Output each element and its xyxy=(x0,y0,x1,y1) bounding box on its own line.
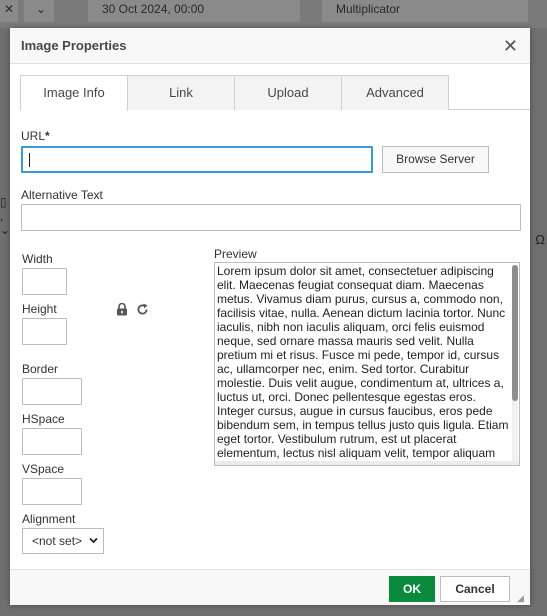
alt-text-label: Alternative Text xyxy=(21,188,103,202)
browse-server-button[interactable]: Browse Server xyxy=(382,146,489,173)
background-omega-icon: Ω xyxy=(535,232,545,247)
background-close-icon: ✕ xyxy=(0,0,18,22)
preview-pane[interactable]: Lorem ipsum dolor sit amet, consectetuer… xyxy=(214,262,520,466)
text-caret xyxy=(29,153,30,167)
scrollbar-thumb[interactable] xyxy=(512,265,518,401)
ok-button[interactable]: OK xyxy=(389,576,435,602)
background-chevron-down-icon: ⌄ xyxy=(24,0,54,22)
background-toolbar: ✕ ⌄ 30 Oct 2024, 00:00 Multiplicator xyxy=(0,0,547,28)
alignment-selected-value: <not set> xyxy=(32,534,83,548)
hspace-input[interactable] xyxy=(22,428,82,455)
chevron-down-icon xyxy=(89,529,98,563)
tab-image-info[interactable]: Image Info xyxy=(20,75,128,111)
url-input[interactable] xyxy=(21,146,373,173)
preview-label: Preview xyxy=(214,247,257,261)
tab-upload[interactable]: Upload xyxy=(234,75,342,110)
height-label: Height xyxy=(22,302,57,316)
hspace-label: HSpace xyxy=(22,412,65,426)
alt-text-input[interactable] xyxy=(21,204,521,231)
tab-advanced[interactable]: Advanced xyxy=(341,75,449,110)
background-multiplicator-field: Multiplicator xyxy=(322,0,528,22)
dialog-footer: OK Cancel ◢ xyxy=(10,569,530,605)
cancel-button[interactable]: Cancel xyxy=(440,576,510,602)
reset-icon[interactable] xyxy=(135,303,149,317)
url-label-text: URL xyxy=(21,129,46,143)
vspace-input[interactable] xyxy=(22,478,82,505)
close-icon[interactable]: ✕ xyxy=(503,36,518,56)
width-input[interactable] xyxy=(22,268,67,295)
url-label: URL* xyxy=(21,129,50,143)
vspace-label: VSpace xyxy=(22,462,65,476)
preview-scrollbar[interactable] xyxy=(512,265,518,464)
tab-link[interactable]: Link xyxy=(127,75,235,110)
image-properties-dialog: Image Properties ✕ Image Info Link Uploa… xyxy=(10,28,530,605)
required-marker: * xyxy=(45,129,50,143)
border-label: Border xyxy=(22,362,59,376)
preview-horizontal-scrollbar[interactable] xyxy=(215,461,519,465)
preview-text: Lorem ipsum dolor sit amet, consectetuer… xyxy=(217,264,509,460)
border-input[interactable] xyxy=(22,378,82,405)
background-left-icons: ▯, ⌄ xyxy=(0,195,11,237)
height-input[interactable] xyxy=(22,318,67,345)
lock-icon[interactable] xyxy=(115,302,129,317)
alignment-label: Alignment xyxy=(22,512,76,526)
dialog-title: Image Properties xyxy=(10,28,530,64)
width-label: Width xyxy=(22,252,53,266)
resize-grip-icon[interactable]: ◢ xyxy=(517,593,527,603)
alignment-select[interactable]: <not set> xyxy=(22,528,104,554)
background-date-field: 30 Oct 2024, 00:00 xyxy=(88,0,300,22)
